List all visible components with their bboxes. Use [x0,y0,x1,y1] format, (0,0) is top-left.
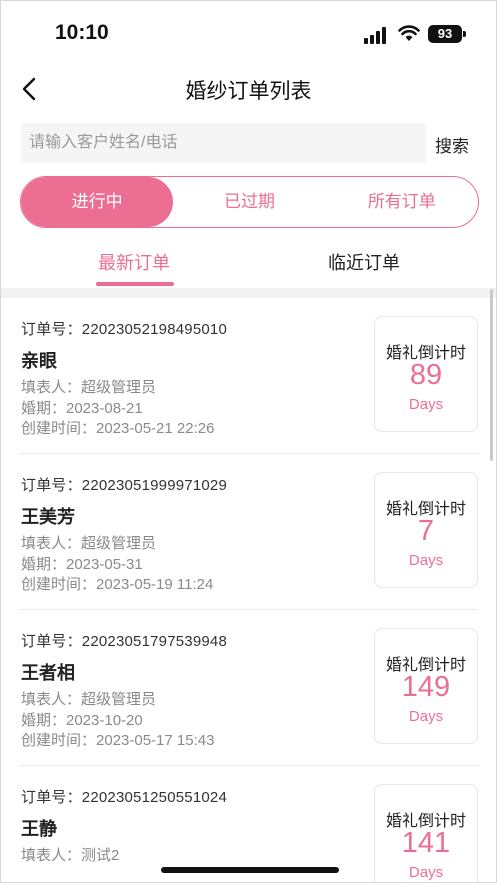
cellular-signal-icon [364,26,390,44]
customer-name: 王美芳 [21,507,75,527]
wedding-date: 婚期：2023-10-20 [21,712,143,729]
section-divider [1,288,496,298]
countdown-days: 141 [401,827,451,859]
status-bar: 10:10 93 [1,1,496,63]
order-number: 订单号：22023051797539948 [21,633,228,650]
segment-all-orders[interactable]: 所有订单 [326,177,478,227]
created-time: 创建时间：2023-05-21 22:26 [21,420,215,437]
scrollbar[interactable] [490,289,493,461]
order-list-item[interactable]: 订单号：22023052198495010 亲眼 填表人：超级管理员 婚期：20… [19,298,478,454]
countdown-days: 149 [401,671,451,703]
status-time: 10:10 [55,21,109,44]
customer-name: 亲眼 [21,351,57,371]
order-list: 订单号：22023052198495010 亲眼 填表人：超级管理员 婚期：20… [1,298,496,882]
segment-in-progress[interactable]: 进行中 [21,177,174,227]
battery-icon: 93 [428,25,462,43]
order-filler: 填表人：测试2 [21,847,120,864]
order-list-item[interactable]: 订单号：22023051797539948 王者相 填表人：超级管理员 婚期：2… [19,610,478,766]
countdown-unit: Days [408,708,444,725]
wifi-icon [398,25,420,41]
order-list-item[interactable]: 订单号：22023051250551024 王静 填表人：测试2 婚礼倒计时 1… [19,766,478,882]
tab-latest-orders[interactable]: 最新订单 [98,249,170,275]
nav-bar: 婚纱订单列表 [1,63,496,115]
order-filler: 填表人：超级管理员 [21,535,157,552]
wedding-date: 婚期：2023-08-21 [21,400,143,417]
countdown-days: 7 [417,515,435,547]
wedding-date: 婚期：2023-05-31 [21,556,143,573]
customer-name: 王者相 [21,663,75,683]
search-input[interactable] [21,123,426,163]
created-time: 创建时间：2023-05-17 15:43 [21,732,215,749]
countdown-unit: Days [408,552,444,569]
order-list-item[interactable]: 订单号：22023051999971029 王美芳 填表人：超级管理员 婚期：2… [19,454,478,610]
wedding-countdown-card: 婚礼倒计时 7 Days [374,472,478,588]
wedding-countdown-card: 婚礼倒计时 141 Days [374,784,478,882]
status-filter-segmented: 进行中 已过期 所有订单 [20,176,479,228]
order-filler: 填表人：超级管理员 [21,379,157,396]
customer-name: 王静 [21,819,57,839]
segment-expired[interactable]: 已过期 [173,177,325,227]
page-title: 婚纱订单列表 [185,80,312,103]
battery-cap [463,31,466,37]
order-number: 订单号：22023051999971029 [21,477,228,494]
created-time: 创建时间：2023-05-19 11:24 [21,576,214,593]
order-number: 订单号：22023052198495010 [21,321,228,338]
tab-upcoming-orders[interactable]: 临近订单 [328,249,400,275]
active-tab-indicator [96,282,174,286]
order-number: 订单号：22023051250551024 [21,789,228,806]
countdown-days: 89 [409,359,443,391]
search-button[interactable]: 搜索 [435,132,469,157]
home-indicator[interactable] [161,867,339,873]
countdown-unit: Days [408,396,444,413]
app-screen: 10:10 93 婚纱订单列表 搜索 进行中 已过期 所有订单 最新订单 临近订… [0,0,497,883]
wedding-countdown-card: 婚礼倒计时 149 Days [374,628,478,744]
countdown-unit: Days [408,864,444,881]
wedding-countdown-card: 婚礼倒计时 89 Days [374,316,478,432]
order-filler: 填表人：超级管理员 [21,691,157,708]
